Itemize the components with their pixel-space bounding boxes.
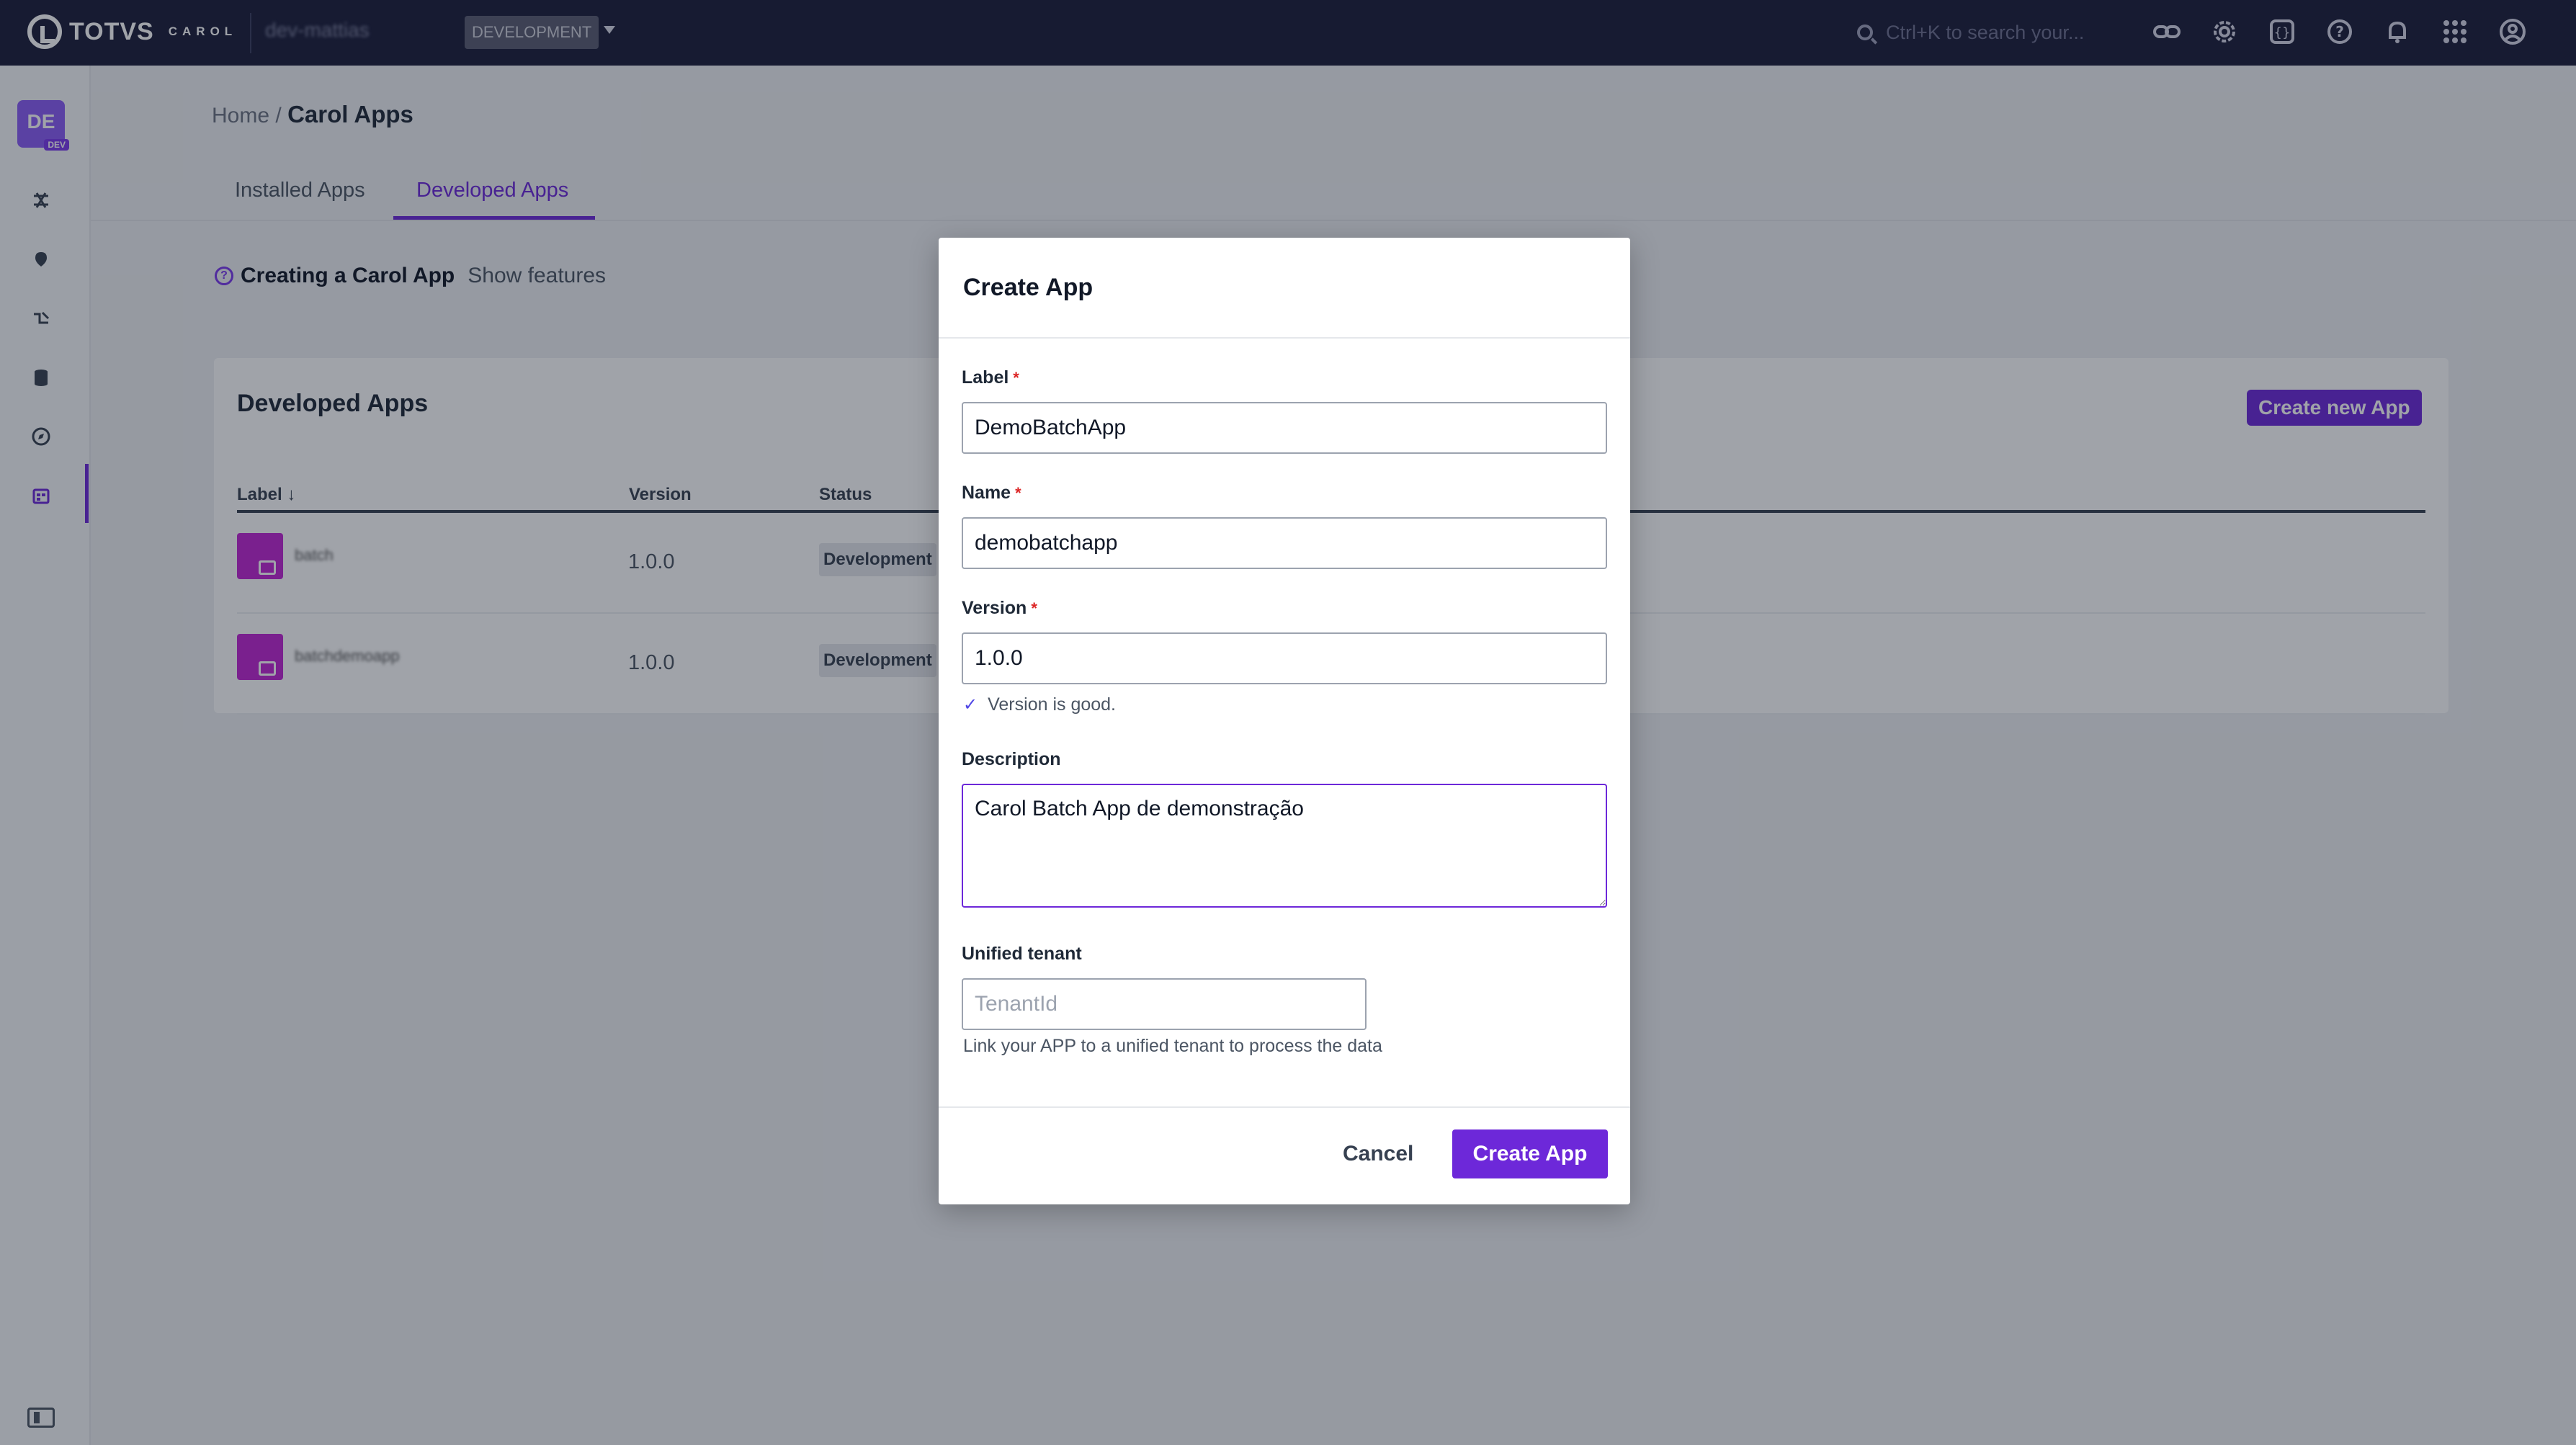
create-app-button[interactable]: Create App [1452, 1129, 1608, 1178]
version-field-label: Version * [962, 598, 1037, 619]
tenant-input[interactable] [962, 978, 1367, 1030]
version-validation-text: Version is good. [988, 694, 1117, 715]
check-icon: ✓ [963, 695, 978, 715]
version-validation: ✓ Version is good. [963, 694, 1116, 715]
tenant-field-label: Unified tenant [962, 944, 1082, 964]
cancel-button[interactable]: Cancel [1328, 1129, 1428, 1178]
dialog-title: Create App [963, 274, 1094, 301]
name-field-text: Name [962, 483, 1011, 503]
version-input[interactable] [962, 632, 1607, 684]
dialog-header-divider [939, 337, 1630, 339]
version-field-text: Version [962, 598, 1027, 618]
name-field-label: Name * [962, 483, 1021, 504]
create-app-dialog: Create App Label* Name* Version* ✓ Versi… [939, 238, 1630, 1204]
label-input[interactable] [962, 402, 1607, 454]
description-field-label: Description [962, 749, 1061, 769]
required-indicator: * [1015, 484, 1021, 502]
dialog-footer-divider [939, 1106, 1630, 1108]
name-input[interactable] [962, 517, 1607, 569]
label-field-label: Label * [962, 367, 1019, 388]
description-textarea[interactable]: Carol Batch App de demonstração [962, 784, 1607, 908]
required-indicator: * [1031, 599, 1037, 617]
label-field-text: Label [962, 367, 1009, 388]
required-indicator: * [1013, 369, 1019, 387]
tenant-help-text: Link your APP to a unified tenant to pro… [963, 1036, 1382, 1056]
